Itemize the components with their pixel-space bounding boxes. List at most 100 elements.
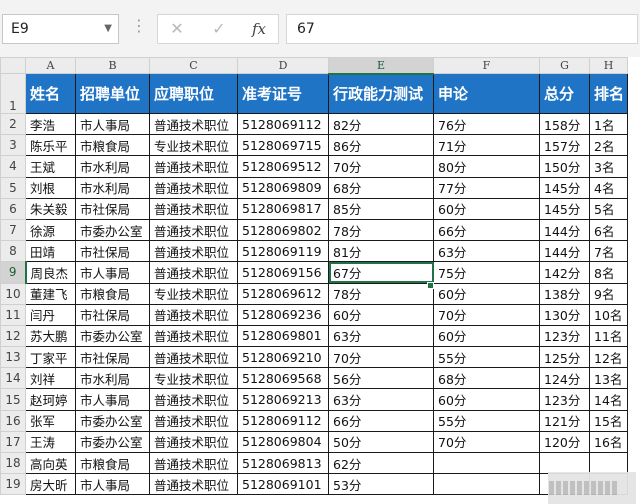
cell[interactable]: 5128069210 [237,346,329,369]
cell[interactable]: 123分 [539,388,590,411]
cell[interactable]: 66分 [433,218,540,242]
cell[interactable]: 田靖 [25,240,76,263]
cell[interactable]: 60分 [433,197,540,220]
cell[interactable]: 158分 [539,112,590,136]
cell[interactable]: 李浩 [25,112,76,136]
formula-input[interactable]: 67 [286,14,638,44]
cell[interactable]: 138分 [539,282,590,305]
header-cell[interactable]: 准考证号 [237,73,329,114]
cell[interactable]: 市委办公室 [75,409,150,432]
cell[interactable]: 11名 [589,324,628,348]
cell[interactable]: 5名 [589,197,628,220]
cell[interactable]: 5128069213 [237,388,329,411]
cell[interactable]: 142分 [539,261,590,284]
cell[interactable]: 市人事局 [75,112,150,136]
cell[interactable]: 市水利局 [75,367,150,390]
cell[interactable]: 5128069817 [237,197,329,220]
cell[interactable]: 16名 [589,430,628,454]
cell[interactable]: 7名 [589,240,628,263]
cell[interactable]: 徐源 [25,218,76,242]
cell[interactable]: 普通技术职位 [149,261,238,284]
row-header[interactable]: 10 [0,282,26,305]
cell[interactable]: 157分 [539,134,590,157]
row-header[interactable]: 15 [0,388,26,411]
row-header[interactable]: 2 [0,112,26,136]
cell[interactable]: 王涛 [25,430,76,454]
cell[interactable]: 1名 [589,112,628,136]
cell[interactable]: 刘根 [25,176,76,199]
header-cell[interactable]: 申论 [433,73,540,114]
cell[interactable]: 70分 [328,346,434,369]
cell[interactable]: 5128069813 [237,451,329,475]
insert-function-icon[interactable]: fx [244,15,274,43]
cell[interactable]: 70分 [433,303,540,326]
row-header[interactable]: 13 [0,346,26,369]
cell[interactable]: 76分 [433,112,540,136]
column-header-c[interactable]: C [149,57,238,74]
cell[interactable]: 82分 [328,112,434,136]
cell[interactable]: 普通技术职位 [149,409,238,432]
cell[interactable]: 13名 [589,367,628,390]
cell[interactable]: 80分 [433,155,540,178]
cell[interactable]: 77分 [433,176,540,199]
cell[interactable]: 普通技术职位 [149,346,238,369]
cell[interactable]: 普通技术职位 [149,388,238,411]
header-cell[interactable]: 行政能力测试 [328,73,434,114]
cell[interactable]: 普通技术职位 [149,473,238,496]
cell[interactable]: 市水利局 [75,176,150,199]
cell[interactable]: 4名 [589,176,628,199]
cell[interactable]: 5128069802 [237,218,329,242]
cell[interactable]: 5128069568 [237,367,329,390]
name-box[interactable]: E9 ▼ [2,14,119,44]
cell[interactable]: 市粮食局 [75,282,150,305]
cell[interactable]: 5128069119 [237,240,329,263]
cell[interactable]: 普通技术职位 [149,112,238,136]
cell[interactable]: 市委办公室 [75,430,150,454]
cell[interactable] [433,473,540,496]
cancel-icon[interactable]: ✕ [162,15,192,43]
cell[interactable]: 6名 [589,218,628,242]
row-header[interactable]: 7 [0,218,26,242]
row-header[interactable]: 3 [0,134,26,157]
cell[interactable]: 78分 [328,218,434,242]
header-cell[interactable]: 总分 [539,73,590,114]
row-header[interactable]: 14 [0,367,26,390]
cell[interactable]: 闫丹 [25,303,76,326]
cell[interactable]: 14名 [589,388,628,411]
cell[interactable]: 丁家平 [25,346,76,369]
cell[interactable]: 5128069101 [237,473,329,496]
row-header[interactable]: 17 [0,430,26,454]
cell[interactable]: 市委办公室 [75,324,150,348]
cell[interactable]: 普通技术职位 [149,303,238,326]
cell[interactable]: 市粮食局 [75,451,150,475]
cell[interactable]: 5128069236 [237,303,329,326]
cell[interactable]: 普通技术职位 [149,451,238,475]
cell[interactable]: 145分 [539,197,590,220]
cell[interactable] [433,451,540,475]
cell[interactable]: 张军 [25,409,76,432]
cell[interactable]: 5128069809 [237,176,329,199]
cell[interactable]: 5128069612 [237,282,329,305]
cell[interactable]: 86分 [328,134,434,157]
cell[interactable]: 5128069804 [237,430,329,454]
row-header[interactable]: 5 [0,176,26,199]
cell[interactable]: 63分 [328,388,434,411]
cell[interactable]: 市社保局 [75,346,150,369]
row-header-1[interactable]: 1 [0,73,26,114]
column-header-d[interactable]: D [237,57,329,74]
cell[interactable]: 市人事局 [75,388,150,411]
row-header[interactable]: 19 [0,473,26,496]
cell[interactable]: 市水利局 [75,155,150,178]
cell[interactable]: 60分 [433,282,540,305]
cell[interactable]: 12名 [589,346,628,369]
cell[interactable]: 普通技术职位 [149,218,238,242]
header-cell[interactable]: 姓名 [25,73,76,114]
cell[interactable]: 刘祥 [25,367,76,390]
cell[interactable]: 60分 [433,388,540,411]
cell[interactable]: 普通技术职位 [149,430,238,454]
cell[interactable]: 陈乐平 [25,134,76,157]
cell[interactable]: 董建飞 [25,282,76,305]
cell[interactable]: 普通技术职位 [149,197,238,220]
more-options-icon[interactable]: ⋮ [131,16,147,35]
cell[interactable]: 5128069112 [237,409,329,432]
